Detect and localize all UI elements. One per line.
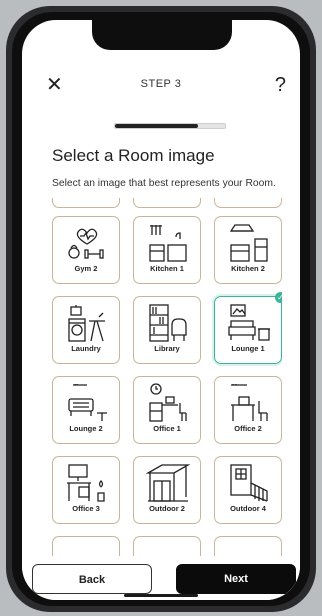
tile-label: Library — [154, 344, 180, 353]
gym-icon — [68, 228, 104, 259]
next-button[interactable]: Next — [176, 564, 296, 594]
step-label: STEP 3 — [140, 78, 182, 90]
help-button[interactable]: ? — [275, 72, 286, 98]
room-image-grid[interactable]: Gym 2 Kitchen 1 Kitchen 2 Laundry Librar… — [52, 198, 282, 568]
room-tile-kitchen-2[interactable]: Kitchen 2 — [214, 216, 282, 284]
room-tile-partial[interactable] — [214, 198, 282, 208]
room-tile-office-2[interactable]: Office 2 — [214, 376, 282, 444]
outdoor-icon — [146, 464, 190, 502]
office-icon — [149, 383, 187, 422]
kitchen-icon — [229, 224, 268, 262]
tile-label: Laundry — [71, 344, 101, 353]
room-tile-outdoor-2[interactable]: Outdoor 2 — [133, 456, 201, 524]
lounge-icon — [228, 304, 270, 341]
tile-label: Office 3 — [72, 504, 100, 513]
tile-label: Gym 2 — [74, 264, 98, 273]
room-tile-gym-2[interactable]: Gym 2 — [52, 216, 120, 284]
office-icon — [67, 464, 105, 502]
tile-label: Outdoor 4 — [230, 504, 266, 513]
room-tile-kitchen-1[interactable]: Kitchen 1 — [133, 216, 201, 284]
phone-notch — [92, 20, 232, 50]
library-icon — [149, 304, 187, 342]
kitchen-icon — [149, 225, 187, 262]
room-tile-library[interactable]: Library — [133, 296, 201, 364]
room-tile-partial[interactable] — [133, 198, 201, 208]
selected-check-icon: ✓ — [275, 292, 282, 303]
page-subtitle: Select an image that best represents you… — [52, 178, 276, 189]
back-button[interactable]: Back — [32, 564, 152, 594]
tile-label: Outdoor 2 — [149, 504, 185, 513]
tile-label: Lounge 2 — [69, 424, 103, 433]
page-title: Select a Room image — [52, 146, 215, 165]
room-tile-laundry[interactable]: Laundry — [52, 296, 120, 364]
lounge-icon — [68, 384, 107, 421]
progress-bar — [114, 123, 226, 129]
home-indicator — [124, 594, 198, 597]
outdoor-icon — [230, 464, 268, 502]
tile-label: Kitchen 1 — [150, 264, 184, 273]
tile-label: Lounge 1 — [231, 344, 265, 353]
laundry-icon — [68, 305, 105, 342]
tile-label: Office 2 — [234, 424, 262, 433]
room-tile-office-3[interactable]: Office 3 — [52, 456, 120, 524]
room-tile-outdoor-4[interactable]: Outdoor 4 — [214, 456, 282, 524]
tile-label: Office 1 — [153, 424, 181, 433]
office-icon — [231, 384, 268, 421]
top-bar: ✕ STEP 3 ? — [22, 72, 300, 98]
phone-screen: ✕ STEP 3 ? Select a Room image Select an… — [22, 20, 300, 600]
room-tile-partial[interactable] — [52, 198, 120, 208]
room-tile-office-1[interactable]: Office 1 — [133, 376, 201, 444]
room-tile-lounge-2[interactable]: Lounge 2 — [52, 376, 120, 444]
progress-fill — [115, 124, 198, 128]
room-tile-lounge-1[interactable]: ✓ Lounge 1 — [214, 292, 282, 364]
tile-label: Kitchen 2 — [231, 264, 265, 273]
